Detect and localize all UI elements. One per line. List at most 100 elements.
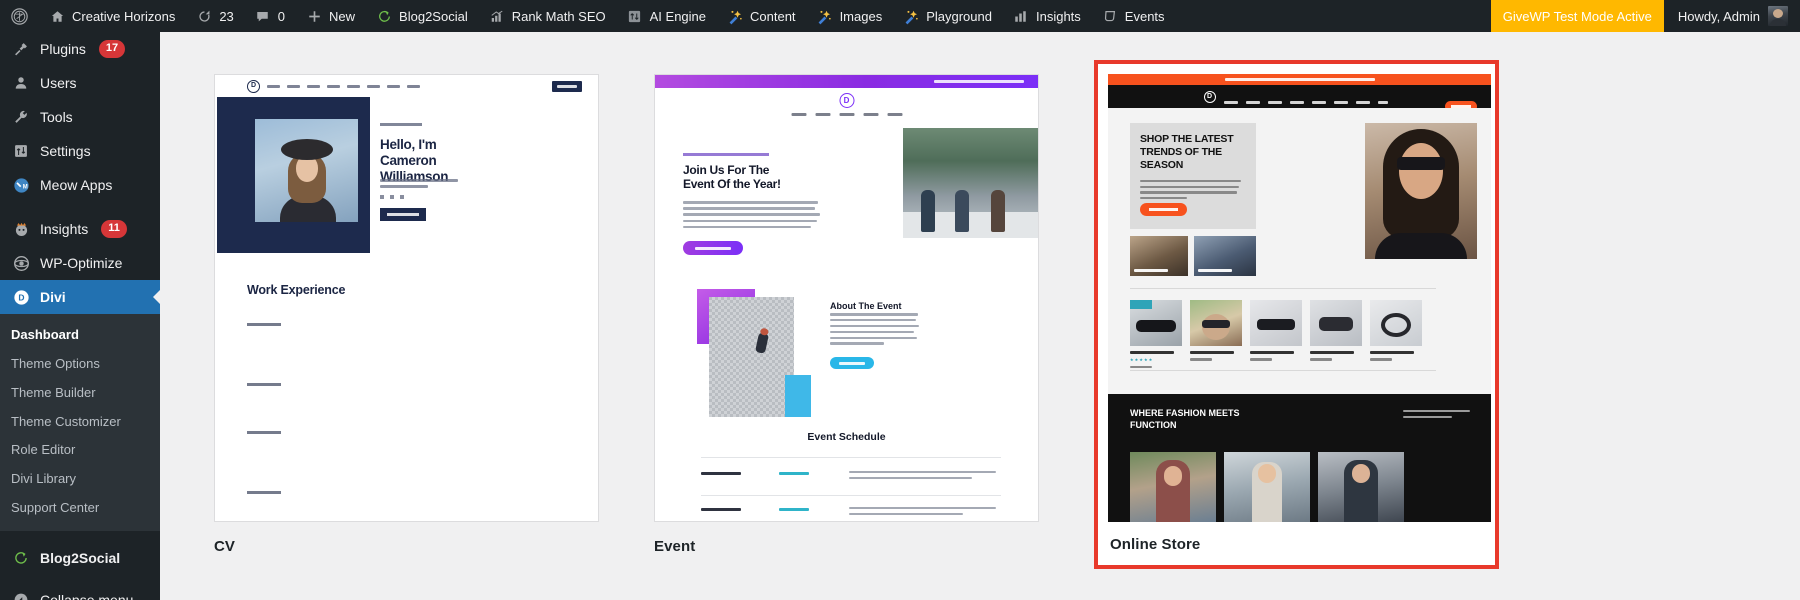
submenu-item-theme-customizer[interactable]: Theme Customizer (0, 408, 160, 437)
store-mock-fashion-image (1224, 452, 1310, 522)
sidebar-item-settings[interactable]: Settings (0, 134, 160, 168)
admin-bar: Creative Horizons 23 0 New Blog2Social R… (0, 0, 1800, 32)
sidebar-item-meow-apps-label: Meow Apps (40, 177, 113, 193)
sidebar-item-blog2social-label: Blog2Social (40, 549, 121, 566)
event-mock-topbar (655, 75, 1038, 88)
sidebar-item-meow-apps[interactable]: M Meow Apps (0, 168, 160, 202)
layout-preview-cv[interactable]: D Hello, I'm Cameron Williamson Work Exp… (214, 74, 599, 522)
users-icon (11, 73, 31, 93)
sidebar-item-plugins-label: Plugins (40, 41, 86, 57)
sidebar-item-settings-label: Settings (40, 143, 91, 159)
admin-bar-playground-label: Playground (926, 8, 992, 24)
admin-bar-images[interactable]: Images (806, 0, 893, 32)
home-icon (48, 7, 66, 25)
admin-bar-rank-math-seo[interactable]: Rank Math SEO (478, 0, 616, 32)
admin-bar-howdy[interactable]: Howdy, Admin (1664, 0, 1800, 32)
store-mock-product (1190, 300, 1242, 361)
divi-icon: D (11, 287, 31, 307)
store-mock-shop-button (1140, 203, 1187, 216)
event-mock-about-title: About The Event (830, 301, 902, 311)
sidebar-item-plugins[interactable]: Plugins 17 (0, 32, 160, 66)
admin-sidebar: Plugins 17 Users Tools Settings M Meow A… (0, 32, 160, 600)
sidebar-item-tools-label: Tools (40, 109, 73, 125)
submenu-item-theme-builder[interactable]: Theme Builder (0, 379, 160, 408)
givewp-test-mode-badge[interactable]: GiveWP Test Mode Active (1490, 0, 1664, 32)
sidebar-item-tools[interactable]: Tools (0, 100, 160, 134)
wp-optimize-icon (11, 253, 31, 273)
submenu-item-theme-options[interactable]: Theme Options (0, 350, 160, 379)
sidebar-item-wp-optimize-label: WP-Optimize (40, 255, 123, 271)
admin-bar-new[interactable]: New (295, 0, 365, 32)
cv-mock-section-title: Work Experience (247, 283, 346, 297)
collapse-menu-button[interactable]: Collapse menu (0, 583, 160, 600)
store-mock-product (1250, 300, 1302, 361)
admin-bar-comments[interactable]: 0 (244, 0, 295, 32)
admin-bar-insights[interactable]: Insights (1002, 0, 1091, 32)
store-mock-model-image (1365, 123, 1477, 259)
event-mock-hero-image (903, 128, 1038, 238)
event-mock-ticket-button (683, 241, 743, 255)
submenu-item-divi-library[interactable]: Divi Library (0, 465, 160, 494)
admin-bar-content[interactable]: Content (716, 0, 806, 32)
ticket-icon (1101, 7, 1119, 25)
store-mock-announcement-bar (1108, 74, 1491, 85)
layout-card-event[interactable]: D Join Us For The Event Of the Year! Abo… (654, 74, 1039, 555)
settings-icon (11, 141, 31, 161)
admin-bar-ai-engine[interactable]: AI Engine (616, 0, 716, 32)
blog2social-icon (375, 7, 393, 25)
admin-bar-events[interactable]: Events (1091, 0, 1175, 32)
update-icon (195, 7, 213, 25)
event-mock-schedule-row (701, 507, 1001, 519)
admin-bar-wordpress-logo[interactable] (0, 0, 38, 32)
sparkle-wand-icon (902, 7, 920, 25)
sidebar-item-users[interactable]: Users (0, 66, 160, 100)
admin-bar-ai-engine-label: AI Engine (649, 8, 707, 24)
submenu-item-role-editor[interactable]: Role Editor (0, 436, 160, 465)
submenu-item-dashboard[interactable]: Dashboard (0, 321, 160, 350)
store-mock-fashion-image (1130, 452, 1216, 522)
admin-bar-images-label: Images (839, 8, 883, 24)
layout-card-cv-label: CV (214, 538, 236, 555)
admin-bar-blog2social-label: Blog2Social (399, 8, 468, 24)
sparkle-wand-icon (726, 7, 744, 25)
admin-bar-blog2social[interactable]: Blog2Social (365, 0, 478, 32)
sidebar-item-divi-label: Divi (40, 289, 66, 305)
cv-mock-nav: D (215, 75, 598, 97)
admin-bar-rank-math-label: Rank Math SEO (511, 8, 606, 24)
admin-bar-updates-count: 23 (219, 8, 234, 24)
layout-card-event-label: Event (654, 538, 696, 555)
sidebar-item-insights[interactable]: Insights 11 (0, 212, 160, 246)
admin-bar-events-label: Events (1124, 8, 1165, 24)
submenu-item-support-center[interactable]: Support Center (0, 494, 160, 523)
divi-submenu: Dashboard Theme Options Theme Builder Th… (0, 314, 160, 531)
sidebar-item-blog2social[interactable]: Blog2Social (0, 541, 160, 575)
cv-mock-heading: Hello, I'm Cameron Williamson (380, 137, 449, 184)
howdy-label: Howdy, Admin (1677, 8, 1760, 24)
insights-icon (11, 219, 31, 239)
store-mock-dark-section: WHERE FASHION MEETS FUNCTION (1108, 394, 1491, 522)
admin-bar-updates[interactable]: 23 (185, 0, 243, 32)
cv-preview-mock: D Hello, I'm Cameron Williamson Work Exp… (215, 75, 598, 521)
layout-card-online-store[interactable]: D SHOP THE LATEST TRENDS OF THE SEASON W… (1094, 60, 1499, 569)
sidebar-item-divi[interactable]: D Divi (0, 280, 160, 314)
admin-bar-comments-count: 0 (277, 8, 286, 24)
event-mock-nav: D (655, 88, 1038, 126)
svg-text:M: M (22, 184, 27, 190)
sidebar-item-wp-optimize[interactable]: WP-Optimize (0, 246, 160, 280)
plus-icon (305, 7, 323, 25)
divi-logo-icon: D (839, 93, 854, 108)
store-mock-product (1370, 300, 1422, 361)
avatar (1768, 6, 1788, 26)
layout-preview-event[interactable]: D Join Us For The Event Of the Year! Abo… (654, 74, 1039, 522)
comment-icon (254, 7, 272, 25)
tools-icon (11, 107, 31, 127)
event-mock-about-image (709, 297, 794, 417)
store-mock-category-tile (1194, 236, 1256, 276)
layout-card-cv[interactable]: D Hello, I'm Cameron Williamson Work Exp… (214, 74, 599, 555)
divi-logo-icon: D (1203, 91, 1216, 103)
layout-preview-online-store[interactable]: D SHOP THE LATEST TRENDS OF THE SEASON W… (1108, 74, 1491, 522)
admin-bar-site-name[interactable]: Creative Horizons (38, 0, 185, 32)
admin-bar-playground[interactable]: Playground (892, 0, 1002, 32)
event-mock-view-button (830, 357, 874, 369)
svg-text:D: D (18, 292, 24, 302)
